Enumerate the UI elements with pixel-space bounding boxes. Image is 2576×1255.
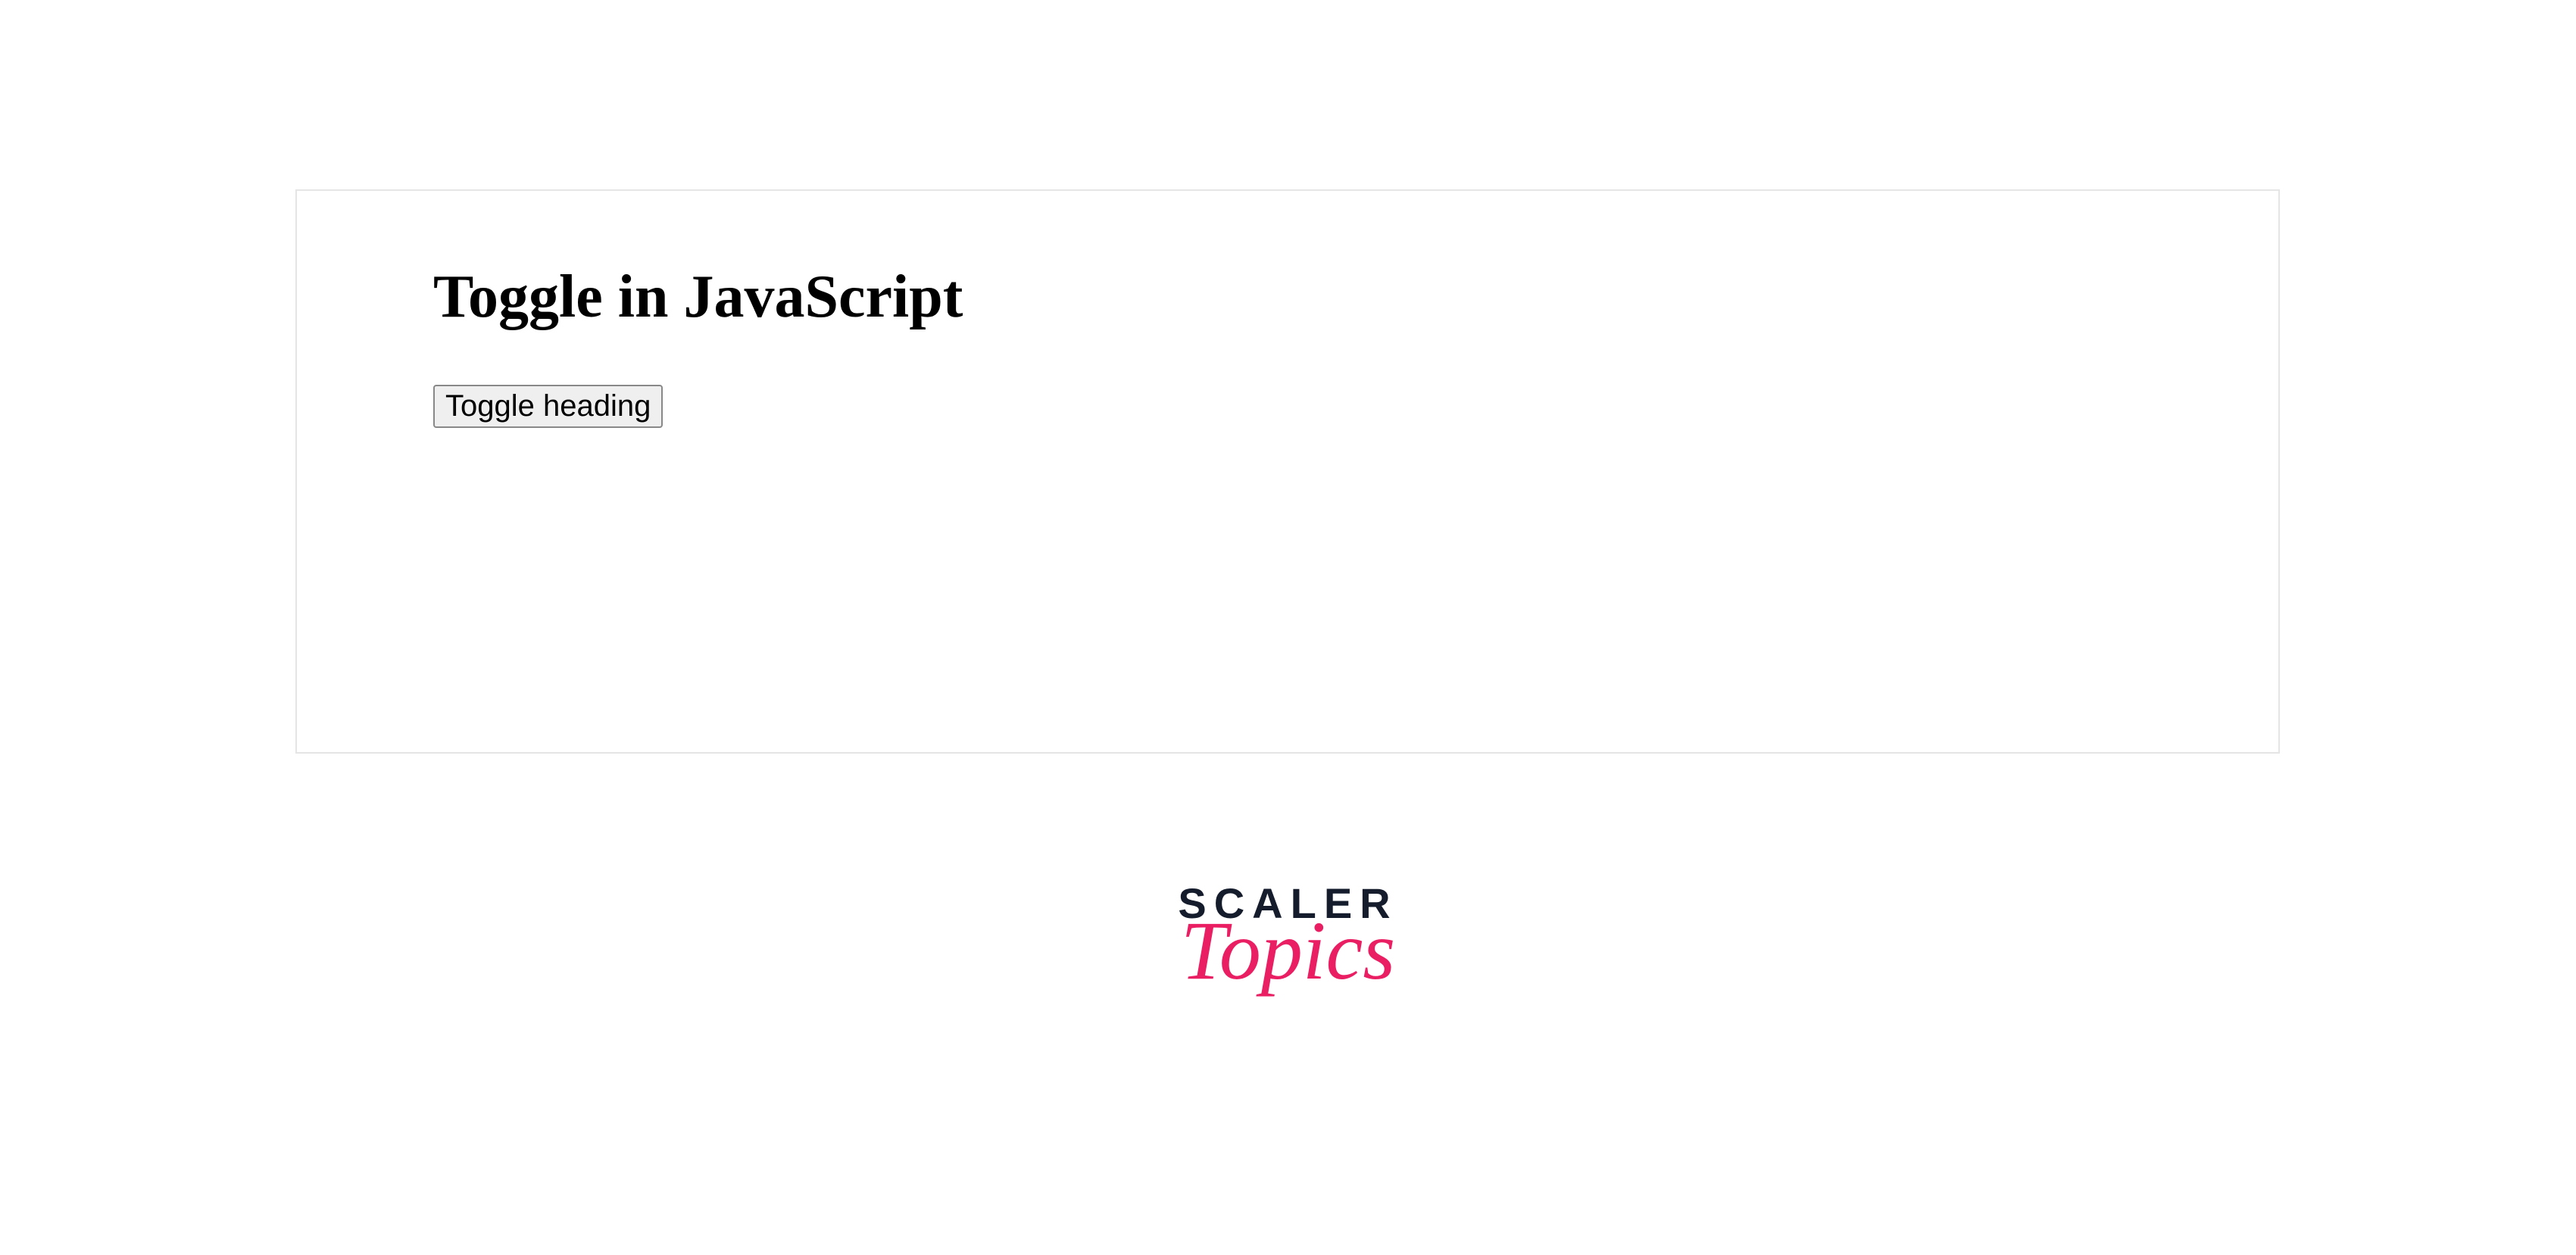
- content-box: Toggle in JavaScript Toggle heading: [295, 189, 2280, 754]
- logo-text-topics: Topics: [1178, 909, 1397, 992]
- page-heading: Toggle in JavaScript: [433, 263, 2142, 332]
- scaler-topics-logo: SCALER Topics: [1178, 879, 1397, 992]
- toggle-heading-button[interactable]: Toggle heading: [433, 385, 663, 428]
